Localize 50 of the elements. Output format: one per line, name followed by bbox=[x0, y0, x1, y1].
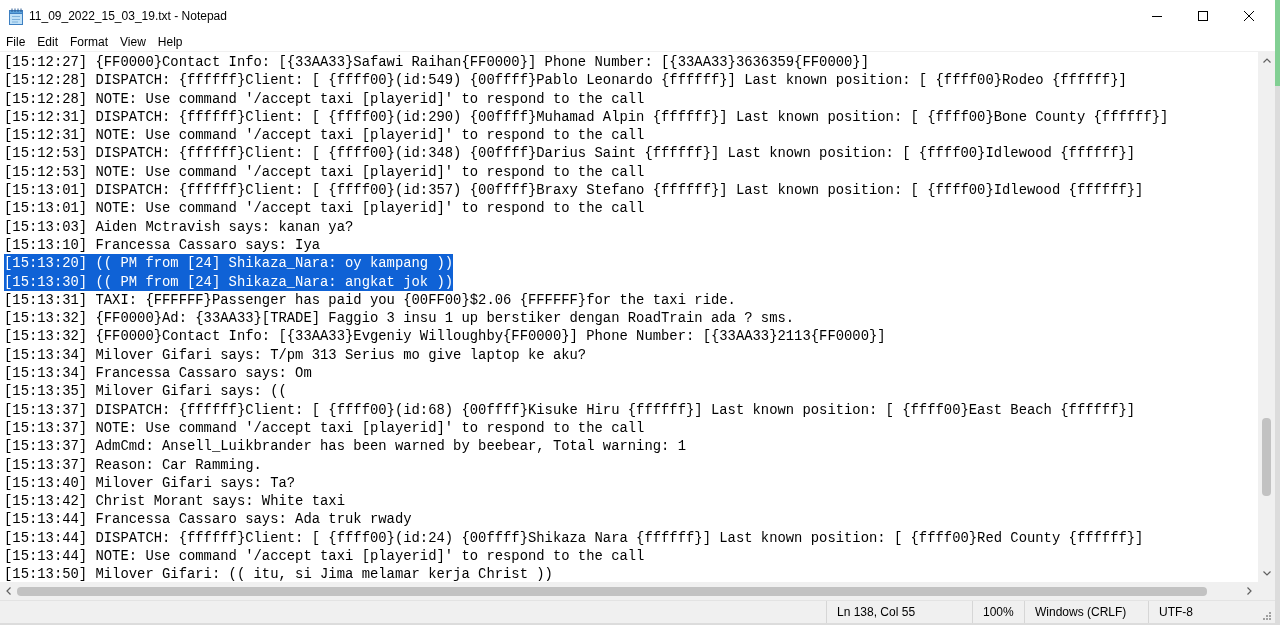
text-line: [15:12:27] {FF0000}Contact Info: [{33AA33}Safawi Raihan{FF0000}] Phone Number: [{33AA33}3636359{FF0000}] bbox=[4, 53, 869, 72]
text-encoding: UTF-8 bbox=[1159, 605, 1193, 619]
text-line: [15:13:01] DISPATCH: {ffffff}Client: [ {ffff00}(id:357) {00ffff}Braxy Stefano {ffffff}] Last known position: [ {ffff00}Idlewood {ffffff}] bbox=[4, 181, 1144, 200]
text-line: [15:13:34] Milover Gifari says: T/pm 313 Serius mo give laptop ke aku? bbox=[4, 345, 587, 365]
menu-item[interactable]: Edit bbox=[31, 32, 65, 51]
text-line: [15:13:31] TAXI: {FFFFFF}Passenger has paid you {00FF00}$2.06 {FFFFFF}for the taxi ride. bbox=[4, 290, 736, 310]
text-line: [15:13:10] Francessa Cassaro says: Iya bbox=[4, 235, 321, 255]
text-line: [15:13:40] Milover Gifari says: Ta? bbox=[4, 473, 296, 493]
chevron-down-icon[interactable] bbox=[1262, 571, 1271, 576]
text-line: [15:13:44] Francessa Cassaro says: Ada truk rwady bbox=[4, 510, 412, 529]
resize-grip-icon[interactable] bbox=[1263, 612, 1271, 620]
text-line: [15:13:03] Aiden Mctravish says: kanan ya? bbox=[4, 217, 354, 236]
text-line: [15:13:42] Christ Morant says: White taxi bbox=[4, 492, 345, 511]
text-line: [15:13:37] NOTE: Use command '/accept taxi [playerid]' to respond to the call bbox=[4, 418, 645, 438]
maximize-icon bbox=[1198, 11, 1208, 21]
text-line: [15:13:32] {FF0000}Ad: {33AA33}[TRADE] Faggio 3 insu 1 up berstiker dengan RoadTrain ada ? sms. bbox=[4, 309, 795, 328]
vertical-scrollbar[interactable] bbox=[1258, 52, 1275, 582]
text-line: [15:13:37] Reason: Car Ramming. bbox=[4, 455, 262, 474]
menu-item[interactable]: View bbox=[114, 32, 152, 51]
chevron-up-icon[interactable] bbox=[1262, 58, 1271, 63]
text-line: [15:13:37] AdmCmd: Ansell_Luikbrander has been warned by beebear, Total warning: 1 bbox=[4, 437, 686, 456]
text-line: [15:12:31] NOTE: Use command '/accept taxi [playerid]' to respond to the call bbox=[4, 126, 645, 145]
text-line: [15:13:01] NOTE: Use command '/accept taxi [playerid]' to respond to the call bbox=[4, 199, 645, 218]
text-line: [15:12:28] DISPATCH: {ffffff}Client: [ {ffff00}(id:549) {00ffff}Pablo Leonardo {ffffff}] Last known position: [ {ffff00}Rodeo {ffffff}] bbox=[4, 71, 1127, 90]
notepad-icon bbox=[8, 7, 24, 25]
chevron-right-icon[interactable] bbox=[1247, 587, 1252, 595]
scrollbar-thumb[interactable] bbox=[1262, 418, 1271, 496]
menu-item[interactable]: Format bbox=[64, 32, 115, 51]
text-line: [15:13:35] Milover Gifari says: (( bbox=[4, 382, 287, 401]
text-line: [15:12:53] NOTE: Use command '/accept taxi [playerid]' to respond to the call bbox=[4, 162, 645, 182]
text-line: [15:13:37] DISPATCH: {ffffff}Client: [ {ffff00}(id:68) {00ffff}Kisuke Hiru {ffffff}] Last known position: [ {ffff00}East Beach {ffffff}] bbox=[4, 400, 1136, 419]
zoom-level: 100% bbox=[983, 605, 1014, 619]
chevron-left-icon[interactable] bbox=[6, 587, 11, 595]
text-line: [15:12:28] NOTE: Use command '/accept taxi [playerid]' to respond to the call bbox=[4, 89, 645, 108]
text-line: [15:13:50] Milover Gifari: (( itu, si Jima melamar kerja Christ )) bbox=[4, 565, 553, 582]
minimize-icon bbox=[1152, 15, 1162, 17]
text-line: [15:13:34] Francessa Cassaro says: Om bbox=[4, 364, 312, 383]
close-icon bbox=[1244, 11, 1254, 21]
text-line: [15:13:44] NOTE: Use command '/accept taxi [playerid]' to respond to the call bbox=[4, 547, 645, 566]
scrollbar-thumb[interactable] bbox=[17, 586, 1207, 596]
text-line: [15:13:44] DISPATCH: {ffffff}Client: [ {ffff00}(id:24) {00ffff}Shikaza Nara {ffffff}] Last known position: [ {ffff00}Red County {ffffff}] bbox=[4, 528, 1144, 547]
text-line: [15:13:32] {FF0000}Contact Info: [{33AA33}Evgeniy Willoughby{FF0000}] Phone Number: [{33AA33}2113{FF0000}] bbox=[4, 327, 886, 346]
window-title: 11_09_2022_15_03_19.txt - Notepad bbox=[29, 9, 227, 23]
menu-item[interactable]: File bbox=[0, 32, 32, 51]
horizontal-scrollbar[interactable] bbox=[0, 582, 1275, 600]
menu-item[interactable]: Help bbox=[151, 32, 189, 51]
text-line: [15:12:53] DISPATCH: {ffffff}Client: [ {ffff00}(id:348) {00ffff}Darius Saint {ffffff}] Last known position: [ {ffff00}Idlewood {ffffff}] bbox=[4, 144, 1136, 163]
line-ending: Windows (CRLF) bbox=[1035, 605, 1127, 619]
cursor-position: Ln 138, Col 55 bbox=[837, 605, 916, 619]
text-line: [15:12:31] DISPATCH: {ffffff}Client: [ {ffff00}(id:290) {00ffff}Muhamad Alpin {ffffff}] Last known position: [ {ffff00}Bone County {ffffff}] bbox=[4, 107, 1169, 127]
